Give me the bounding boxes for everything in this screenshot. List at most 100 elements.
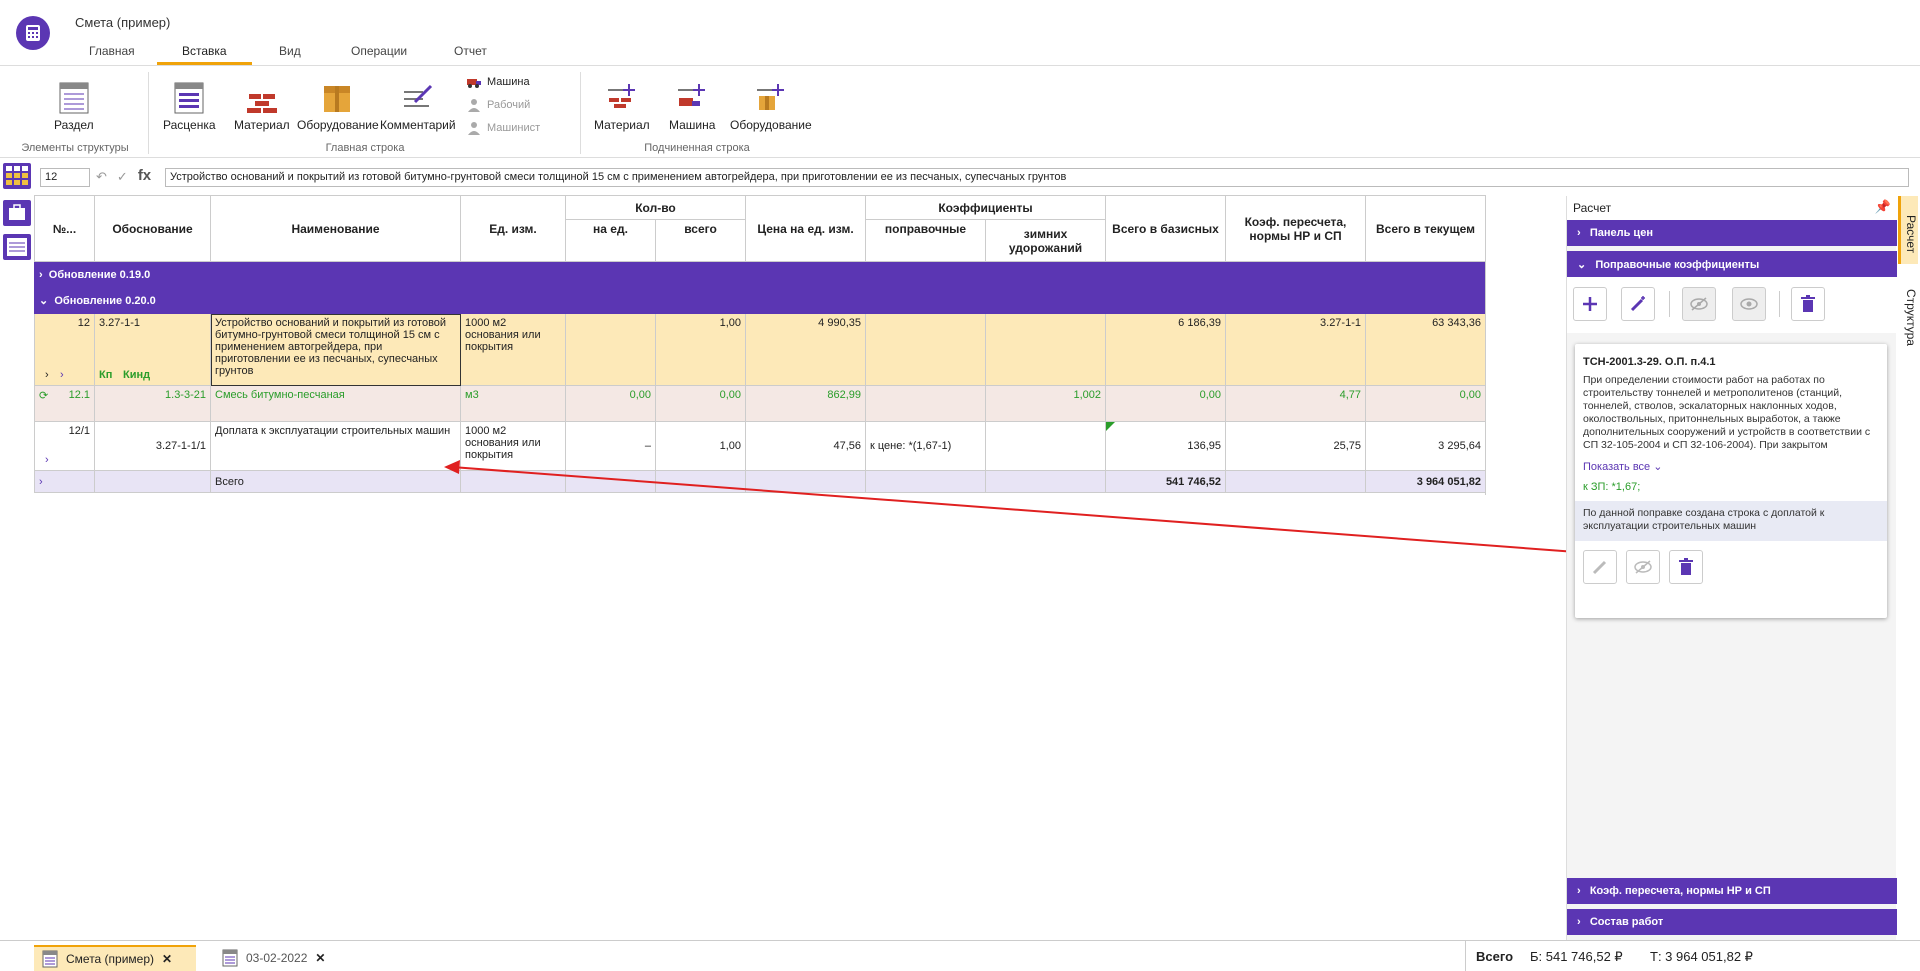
row-recalc[interactable]: 3.27-1-1 xyxy=(1225,313,1366,386)
col-header-qty[interactable]: Кол-во xyxy=(565,195,746,220)
vtab-struktura[interactable]: Структура xyxy=(1898,280,1918,350)
rabochiy-small-button[interactable]: Рабочий xyxy=(466,98,530,112)
row-price[interactable]: 4 990,35 xyxy=(745,313,866,386)
cell-reference-input[interactable]: 12 xyxy=(40,168,90,187)
table-row[interactable]: 12 › 3.27-1-1 › Кп Кинд Устройство основа… xyxy=(34,313,1486,386)
expand-icon[interactable]: › xyxy=(45,454,49,466)
sub-oborudovanie-label: Оборудование xyxy=(730,118,812,132)
row-corr[interactable] xyxy=(865,313,986,386)
show-all-link[interactable]: Показать все ⌄ xyxy=(1583,460,1662,473)
expand-child-icon[interactable]: › xyxy=(60,369,64,381)
row-winter[interactable] xyxy=(985,313,1106,386)
kommentariy-button[interactable]: Комментарий xyxy=(380,82,456,132)
kind-badge[interactable]: Кинд xyxy=(123,369,150,381)
vtab-raschet[interactable]: Расчет xyxy=(1898,196,1918,264)
chevron-down-icon[interactable]: ⌄ xyxy=(39,295,48,307)
pin-icon[interactable]: 📌 xyxy=(1875,199,1891,215)
tab-operacii[interactable]: Операции xyxy=(351,44,407,58)
rascenka-button[interactable]: Расценка xyxy=(163,82,216,132)
row-basis[interactable]: 1.3-3-21 xyxy=(94,385,211,422)
tab-otchet[interactable]: Отчет xyxy=(454,44,487,58)
row-total[interactable]: 0,00 xyxy=(655,385,746,422)
panel-header: Расчет 📌 xyxy=(1567,196,1897,220)
section-works[interactable]: › Состав работ xyxy=(1567,909,1897,935)
col-header-no[interactable]: №... xyxy=(34,195,95,262)
razdel-button[interactable]: Раздел xyxy=(54,82,94,132)
col-header-name[interactable]: Наименование xyxy=(210,195,461,262)
delete-coef-button[interactable] xyxy=(1791,287,1825,321)
col-header-recalc[interactable]: Коэф. пересчета, нормы НР и СП xyxy=(1225,195,1366,262)
col-header-corr[interactable]: поправочные xyxy=(865,219,986,262)
row-winter[interactable]: 1,002 xyxy=(985,385,1106,422)
check-icon[interactable]: ✓ xyxy=(117,169,128,185)
col-header-basis[interactable]: Обоснование xyxy=(94,195,211,262)
group-row[interactable]: ⌄ Обновление 0.20.0 xyxy=(34,287,1486,314)
sub-material-button[interactable]: Материал xyxy=(594,82,650,132)
row-recalc[interactable]: 4,77 xyxy=(1225,385,1366,422)
app-logo-icon[interactable] xyxy=(16,16,50,50)
sub-oborudovanie-button[interactable]: Оборудование xyxy=(730,82,812,132)
sub-mashina-button[interactable]: Машина xyxy=(669,82,715,132)
section-price-panel[interactable]: › Панель цен xyxy=(1567,220,1897,246)
material-button[interactable]: Материал xyxy=(234,82,290,132)
col-header-unit[interactable]: Ед. изм. xyxy=(460,195,566,262)
chevron-right-icon[interactable]: › xyxy=(39,269,43,281)
briefcase-icon[interactable] xyxy=(3,200,31,226)
section-recalc[interactable]: › Коэф. пересчета, нормы НР и СП xyxy=(1567,878,1897,904)
col-header-total[interactable]: всего xyxy=(655,219,746,262)
show-coef-button[interactable] xyxy=(1732,287,1766,321)
col-header-sum-base[interactable]: Всего в базисных xyxy=(1105,195,1226,262)
expand-icon[interactable]: › xyxy=(34,470,95,493)
coef-card[interactable]: ТСН-2001.3-29. О.П. п.4.1 При определени… xyxy=(1575,344,1887,618)
row-per-unit[interactable]: 0,00 xyxy=(565,385,656,422)
col-header-coefs[interactable]: Коэффициенты xyxy=(865,195,1106,220)
grid-view-icon[interactable] xyxy=(3,163,31,189)
tab-vid[interactable]: Вид xyxy=(279,44,301,58)
close-icon[interactable]: ✕ xyxy=(162,952,172,966)
row-name[interactable]: Смесь битумно-песчаная xyxy=(210,385,461,422)
row-sum-base[interactable]: 6 186,39 xyxy=(1105,313,1226,386)
col-header-winter[interactable]: зимних удорожаний xyxy=(985,219,1106,262)
tab-glavnaya[interactable]: Главная xyxy=(89,44,135,58)
add-coef-button[interactable] xyxy=(1573,287,1607,321)
row-unit[interactable]: м3 xyxy=(460,385,566,422)
magic-edit-button[interactable] xyxy=(1621,287,1655,321)
row-per-unit[interactable] xyxy=(565,313,656,386)
row-corr[interactable] xyxy=(865,385,986,422)
row-sum-base[interactable]: 0,00 xyxy=(1105,385,1226,422)
col-header-price[interactable]: Цена на ед. изм. xyxy=(745,195,866,262)
row-name[interactable]: Доплата к эксплуатации строительных маши… xyxy=(210,421,461,471)
row-unit[interactable]: 1000 м2 основания или покрытия xyxy=(460,313,566,386)
row-name[interactable]: Устройство оснований и покрытий из готов… xyxy=(210,313,461,386)
row-total[interactable]: 1,00 xyxy=(655,313,746,386)
row-basis[interactable]: 3.27-1-1/1 xyxy=(94,421,211,471)
eye-off-icon xyxy=(1634,560,1652,574)
mashinist-small-button[interactable]: Машинист xyxy=(466,121,540,135)
col-header-per-unit[interactable]: на ед. xyxy=(565,219,656,262)
doc-tab[interactable]: 03-02-2022 ✕ xyxy=(214,945,334,971)
list-table-icon[interactable] xyxy=(3,234,31,260)
oborudovanie-button[interactable]: Оборудование xyxy=(297,82,379,132)
edit-note-button[interactable] xyxy=(1583,550,1617,584)
delete-note-button[interactable] xyxy=(1669,550,1703,584)
chevron-right-icon: › xyxy=(1577,885,1581,897)
undo-icon[interactable]: ↶ xyxy=(96,169,107,185)
col-header-sum-cur[interactable]: Всего в текущем xyxy=(1365,195,1486,262)
close-icon[interactable]: ✕ xyxy=(315,951,325,965)
section-correction-coefs[interactable]: ⌄ Поправочные коэффициенты xyxy=(1567,251,1897,277)
table-row[interactable]: ⟳ 12.1 1.3-3-21 Смесь битумно-песчаная м3… xyxy=(34,385,1486,422)
kp-badge[interactable]: Кп xyxy=(99,369,112,381)
hide-coef-button[interactable] xyxy=(1682,287,1716,321)
mashina-small-button[interactable]: Машина xyxy=(466,75,530,89)
row-price[interactable]: 862,99 xyxy=(745,385,866,422)
bricks-icon xyxy=(246,94,277,113)
group-row[interactable]: › Обновление 0.19.0 xyxy=(34,261,1486,288)
doc-tab-active[interactable]: Смета (пример) ✕ xyxy=(34,945,196,971)
refresh-icon[interactable]: ⟳ xyxy=(39,389,48,402)
row-sum-cur[interactable]: 0,00 xyxy=(1365,385,1486,422)
formula-input[interactable]: Устройство оснований и покрытий из готов… xyxy=(165,168,1909,187)
row-sum-cur[interactable]: 63 343,36 xyxy=(1365,313,1486,386)
tab-vstavka[interactable]: Вставка xyxy=(182,44,227,58)
expand-icon[interactable]: › xyxy=(45,369,49,381)
hide-note-button[interactable] xyxy=(1626,550,1660,584)
